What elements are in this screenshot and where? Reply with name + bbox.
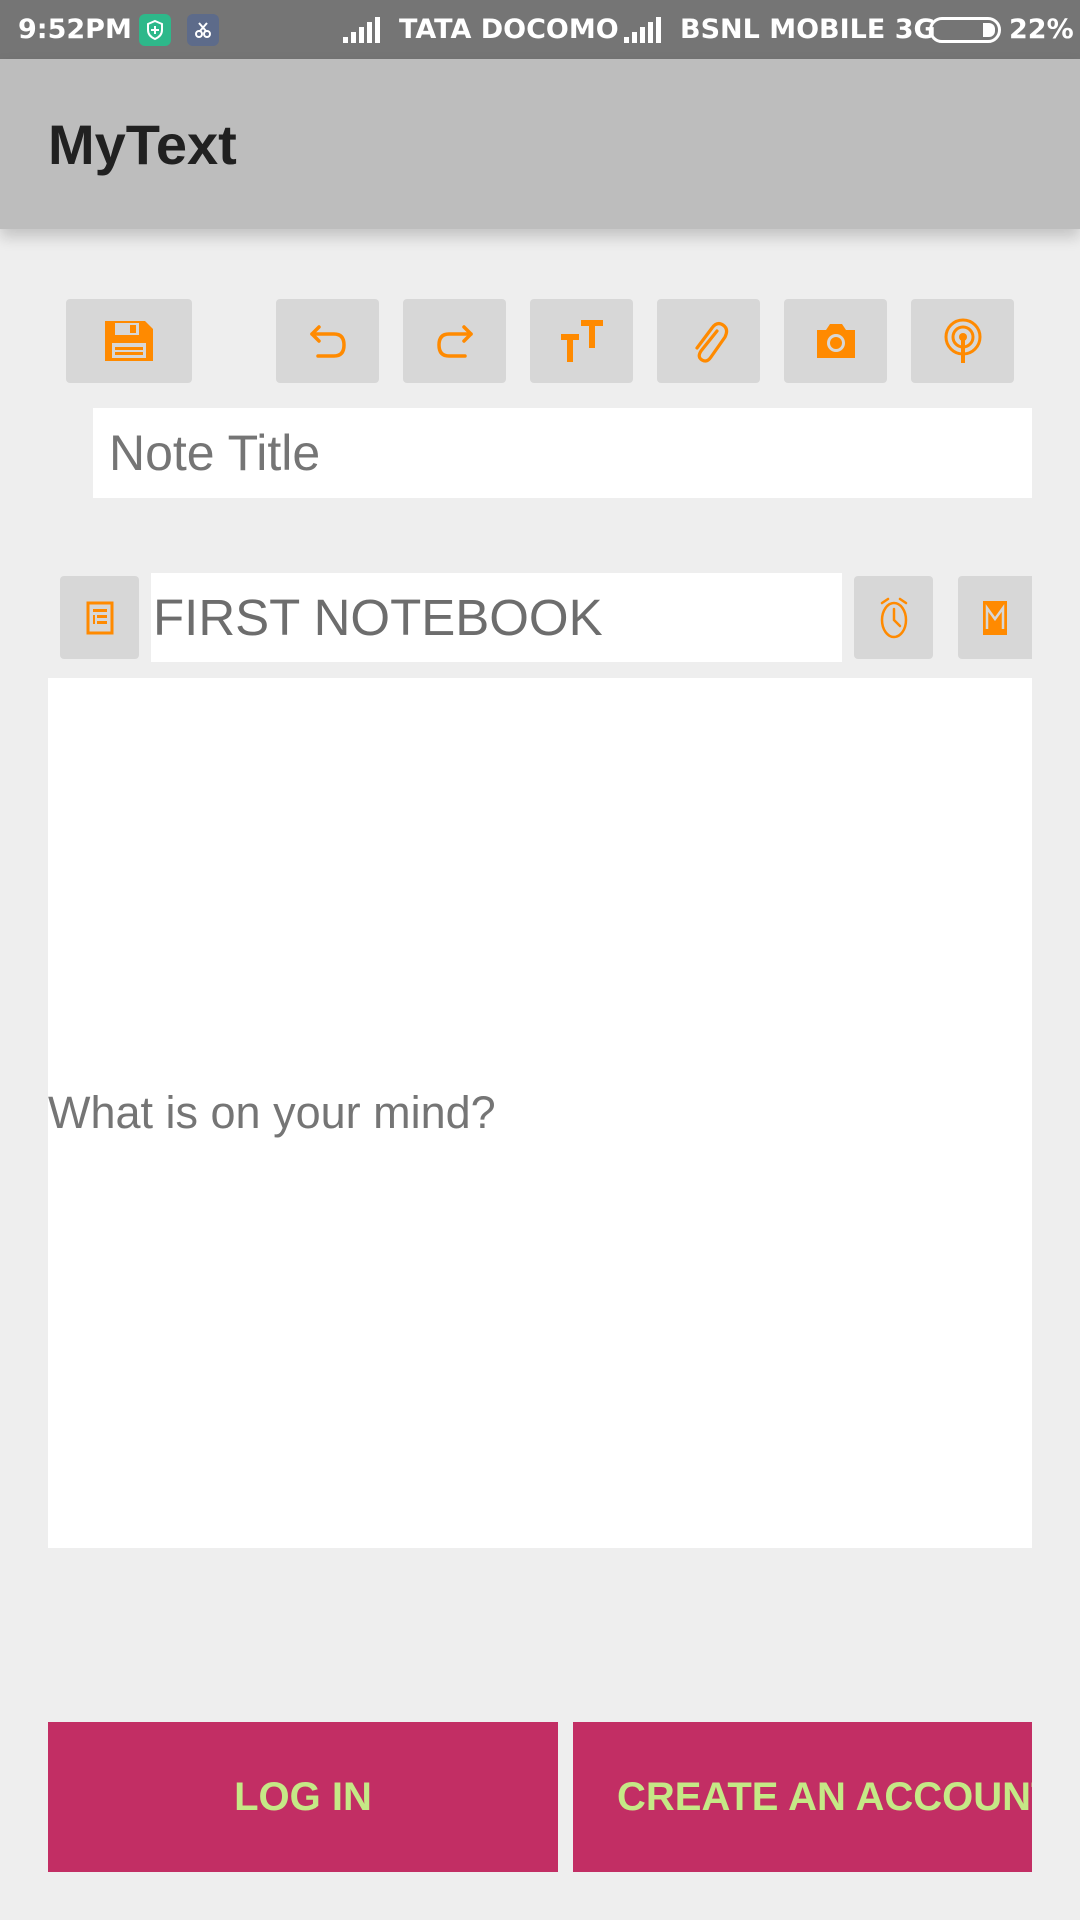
save-icon <box>105 321 153 361</box>
login-button[interactable]: LOG IN <box>48 1722 558 1872</box>
attach-icon <box>694 321 728 363</box>
notebook-field[interactable]: FIRST NOTEBOOK <box>151 573 842 662</box>
tool-icon <box>187 14 219 46</box>
alarm-icon <box>880 597 907 638</box>
shield-icon <box>139 14 171 46</box>
text-size-icon <box>560 320 603 362</box>
battery-icon <box>929 17 1001 43</box>
text-size-button[interactable] <box>530 299 633 383</box>
create-account-button[interactable]: CREATE AN ACCOUNT <box>573 1722 1032 1872</box>
camera-button[interactable] <box>784 299 887 383</box>
battery-percent: 22% <box>1009 14 1074 45</box>
notebook-button[interactable] <box>60 576 139 659</box>
note-title-input[interactable] <box>93 408 1032 498</box>
record-icon <box>944 318 981 363</box>
undo-button[interactable] <box>276 299 379 383</box>
tag-button[interactable] <box>958 576 1032 659</box>
carrier-name: BSNL MOBILE 3G <box>680 14 936 45</box>
app-title: MyText <box>48 113 237 176</box>
reminder-button[interactable] <box>854 576 933 659</box>
status-bar: 9:52PM TATA DOCOMO BSNL MOBILE 3G 22% <box>0 0 1080 59</box>
record-button[interactable] <box>911 299 1014 383</box>
attach-button[interactable] <box>657 299 760 383</box>
undo-icon <box>309 325 346 358</box>
note-body-input[interactable]: What is on your mind? <box>48 678 1032 1548</box>
tag-icon <box>983 600 1007 635</box>
signal-icon <box>343 17 380 43</box>
notebook-icon <box>86 601 113 634</box>
status-time: 9:52PM <box>18 14 132 45</box>
camera-icon <box>816 324 855 358</box>
redo-icon <box>436 325 473 358</box>
note-body-placeholder: What is on your mind? <box>48 1087 496 1138</box>
carrier-name: TATA DOCOMO <box>399 14 619 45</box>
signal-icon <box>624 17 661 43</box>
redo-button[interactable] <box>403 299 506 383</box>
save-button[interactable] <box>66 299 192 383</box>
